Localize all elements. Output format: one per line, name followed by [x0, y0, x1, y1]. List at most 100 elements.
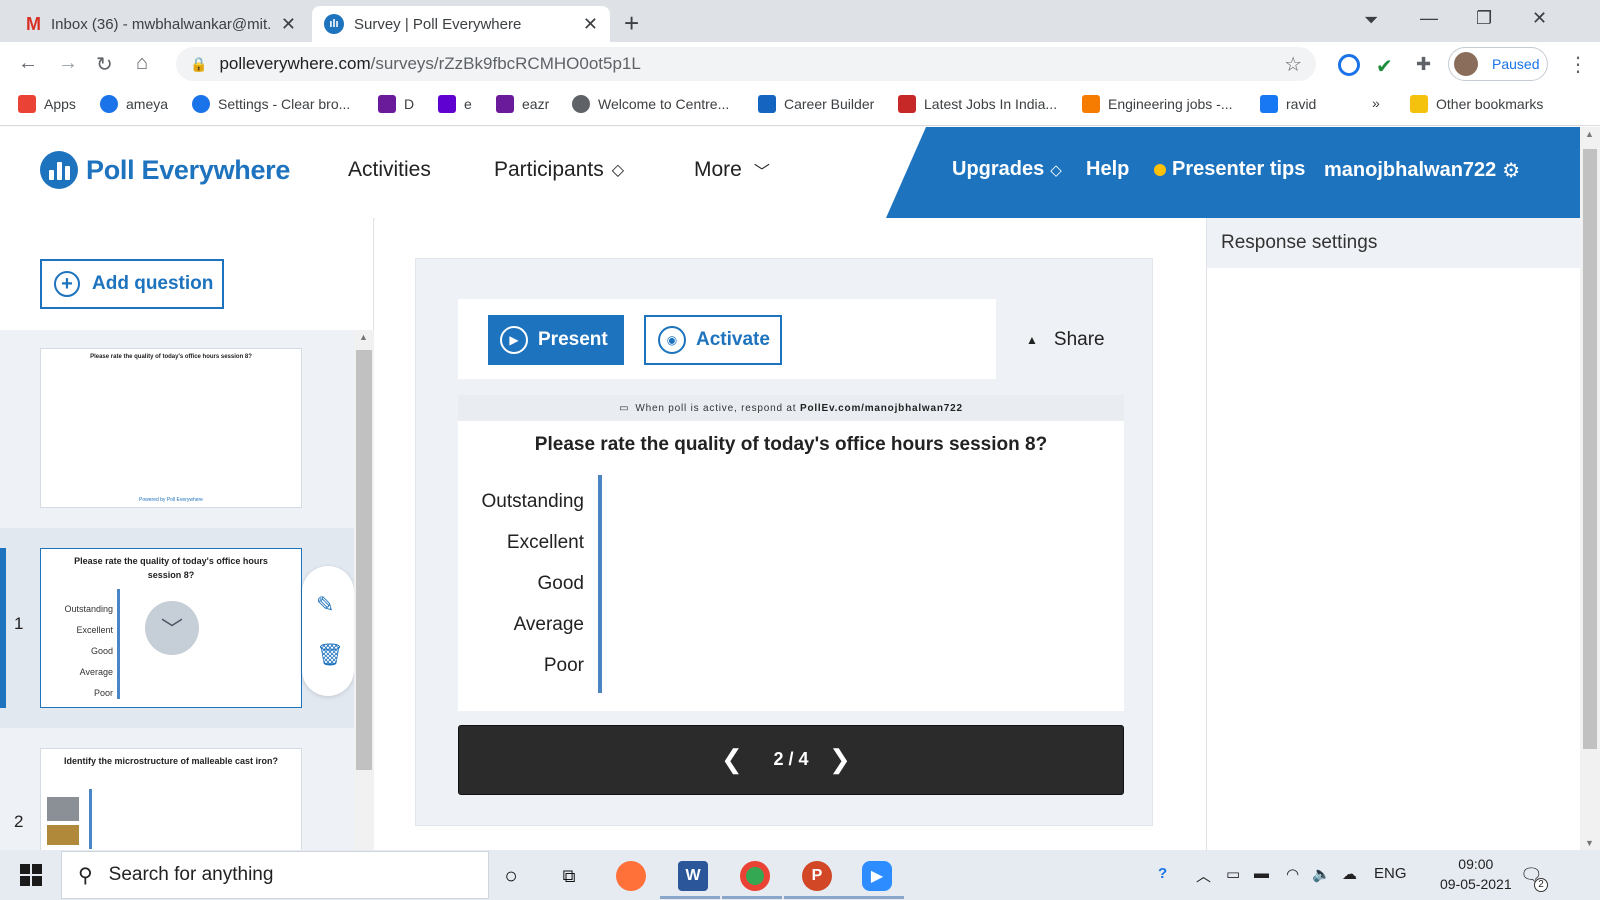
bookmark-d[interactable]: D	[378, 95, 414, 113]
menu-icon[interactable]: ⋮	[1568, 52, 1588, 77]
word-icon[interactable]: W	[678, 861, 708, 891]
broadcast-icon: ◉	[658, 326, 686, 354]
share-toggle[interactable]: ▲ Share	[1026, 329, 1105, 351]
bookmark-star-icon[interactable]: ☆	[1284, 52, 1302, 77]
forward-icon[interactable]: →	[58, 52, 78, 75]
new-tab-button[interactable]: +	[624, 8, 639, 39]
close-window-icon[interactable]: ✕	[1532, 8, 1547, 29]
nav-participants[interactable]: Participants ◇	[494, 158, 624, 182]
browser-tab-bar: M Inbox (36) - mwbhalwankar@mit. ✕ ılı S…	[0, 0, 1600, 42]
add-question-button[interactable]: + Add question	[40, 259, 224, 309]
bookmark-latest-jobs[interactable]: Latest Jobs In India...	[898, 95, 1057, 113]
minimize-icon[interactable]: —	[1420, 8, 1438, 29]
volume-icon[interactable]: 🔈	[1312, 865, 1331, 883]
firefox-icon[interactable]	[616, 861, 646, 891]
scroll-up-icon[interactable]: ▲	[359, 332, 368, 342]
url-bar[interactable]: 🔒 polleverywhere.com/surveys/rZzBk9fbcRC…	[176, 47, 1316, 81]
gmail-icon: M	[26, 13, 41, 34]
help-icon[interactable]: ?	[1158, 865, 1167, 882]
c-icon	[1082, 95, 1100, 113]
bookmark-eazr[interactable]: eazr	[496, 95, 549, 113]
wifi-icon[interactable]: ◠	[1286, 865, 1299, 883]
pencil-icon[interactable]: ✎	[316, 592, 334, 618]
bookmark-e[interactable]: e	[438, 95, 472, 113]
clock-date: 09-05-2021	[1440, 876, 1512, 892]
presenter-tips-link[interactable]: Presenter tips	[1154, 158, 1305, 181]
powerpoint-icon[interactable]: P	[802, 861, 832, 891]
account-menu[interactable]: manojbhalwan722 ⚙	[1324, 158, 1520, 183]
chrome-icon[interactable]	[740, 861, 770, 891]
present-button[interactable]: ▶ Present	[488, 315, 624, 365]
device-icon[interactable]: ▭	[1226, 865, 1240, 883]
gear-icon: ⚙	[1502, 160, 1521, 182]
zoom-icon[interactable]: ▶	[862, 861, 892, 891]
notification-count: 2	[1534, 878, 1548, 892]
language-indicator[interactable]: ENG	[1374, 865, 1407, 882]
bookmark-ravid[interactable]: ravid	[1260, 95, 1316, 113]
slide-thumbnail[interactable]: Identify the microstructure of malleable…	[40, 748, 302, 850]
scrollbar-thumb[interactable]	[1583, 149, 1597, 749]
caret-up-icon: ▲	[1026, 333, 1038, 347]
battery-icon[interactable]: ▬	[1254, 865, 1269, 882]
slide-thumbnail[interactable]: Please rate the quality of today's offic…	[40, 348, 302, 508]
upgrades-link[interactable]: Upgrades ◇	[952, 158, 1062, 181]
other-bookmarks[interactable]: Other bookmarks	[1410, 95, 1543, 113]
thumb-option: Poor	[93, 688, 113, 698]
taskbar-search[interactable]: ⚲ Search for anything	[61, 851, 489, 899]
slide-thumbnail-selected[interactable]: Please rate the quality of today's offic…	[40, 548, 302, 708]
polleverywhere-logo[interactable]: Poll Everywhere	[40, 151, 290, 189]
restore-icon[interactable]: ❐	[1476, 8, 1492, 29]
profile-button[interactable]: Paused	[1448, 47, 1548, 81]
more-bookmarks-button[interactable]: »	[1372, 95, 1380, 111]
bookmark-ameya[interactable]: ameya	[100, 95, 168, 113]
yahoo-icon	[438, 95, 456, 113]
task-view-icon[interactable]: ⧉	[554, 861, 584, 891]
tab-search-icon[interactable]: ⏷	[1364, 10, 1378, 31]
page-scrollbar[interactable]: ▲ ▼	[1580, 127, 1600, 850]
hint-url: PollEv.com/manojbhalwan722	[799, 402, 963, 414]
home-icon[interactable]: ⌂	[136, 52, 148, 75]
nav-more[interactable]: More ﹀	[694, 158, 770, 182]
bookmark-welcome[interactable]: Welcome to Centre...	[572, 95, 729, 113]
scroll-up-icon[interactable]: ▲	[1585, 129, 1594, 139]
url-host: polleverywhere.com	[219, 54, 371, 73]
poll-option: Good	[537, 573, 584, 594]
expand-chevron-icon[interactable]: ﹀	[145, 601, 199, 655]
scroll-down-icon[interactable]: ▼	[1585, 838, 1594, 848]
help-link[interactable]: Help	[1086, 158, 1129, 181]
tab-survey[interactable]: ılı Survey | Poll Everywhere ✕	[312, 6, 610, 42]
tab-gmail[interactable]: M Inbox (36) - mwbhalwankar@mit. ✕	[14, 6, 308, 42]
close-tab-icon[interactable]: ✕	[281, 14, 296, 35]
puzzle-icon[interactable]: ✚	[1416, 54, 1438, 76]
profile-icon	[100, 95, 118, 113]
sidebar-scrollbar[interactable]: ▲	[354, 330, 374, 850]
bookmark-career-builder[interactable]: Career Builder	[758, 95, 874, 113]
selection-indicator	[0, 548, 6, 708]
extension-icon[interactable]	[1338, 54, 1360, 76]
scrollbar-thumb[interactable]	[356, 350, 372, 770]
poll-stage: ▶ Present ◉ Activate ▲ Share ▭ When poll…	[415, 258, 1153, 826]
jobs-icon	[898, 95, 916, 113]
clock[interactable]: 09:00 09-05-2021	[1440, 854, 1512, 894]
reload-icon[interactable]: ↻	[96, 52, 113, 77]
bookmark-engineering-jobs[interactable]: Engineering jobs -...	[1082, 95, 1233, 113]
cortana-icon[interactable]: ○	[496, 861, 526, 891]
windows-start-icon[interactable]	[20, 864, 42, 886]
bookmark-settings[interactable]: Settings - Clear bro...	[192, 95, 350, 113]
response-settings-panel: Response settings	[1206, 218, 1580, 850]
activate-label: Activate	[696, 329, 770, 350]
check-extension-icon[interactable]: ✔	[1376, 54, 1398, 78]
nav-label: More	[694, 158, 742, 181]
slide-list: Please rate the quality of today's offic…	[0, 330, 354, 850]
response-settings-title[interactable]: Response settings	[1207, 218, 1580, 268]
activate-button[interactable]: ◉ Activate	[644, 315, 782, 365]
bookmark-apps[interactable]: Apps	[18, 95, 76, 113]
trash-icon[interactable]: 🗑	[316, 642, 344, 668]
nav-activities[interactable]: Activities	[348, 158, 431, 182]
back-icon[interactable]: ←	[18, 52, 38, 75]
close-tab-icon[interactable]: ✕	[583, 14, 598, 35]
chevron-up-icon[interactable]: ︿	[1196, 865, 1211, 886]
active-app-indicator	[722, 896, 782, 899]
next-slide-icon[interactable]: ❯	[829, 744, 851, 775]
onedrive-icon[interactable]: ☁	[1342, 865, 1357, 883]
